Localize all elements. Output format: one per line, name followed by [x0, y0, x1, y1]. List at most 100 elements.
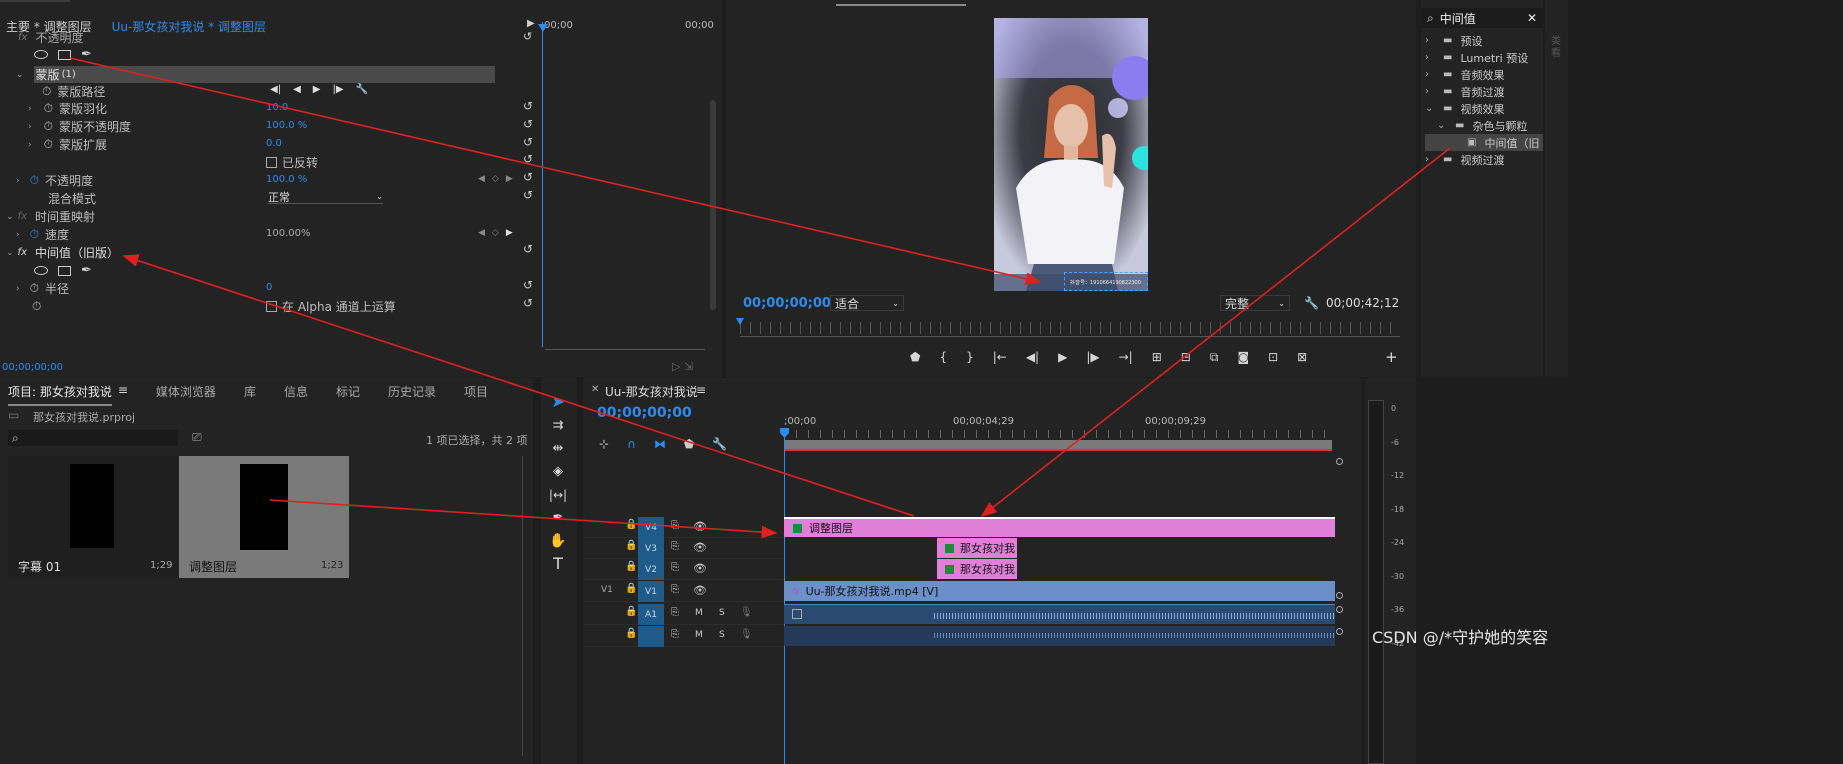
program-ruler[interactable]	[740, 322, 1400, 334]
solo-button[interactable]: S	[719, 630, 725, 640]
expand-chevron-icon[interactable]: ›	[16, 284, 20, 294]
eye-icon[interactable]: 👁	[693, 562, 707, 575]
stopwatch-icon[interactable]: ⏱	[44, 137, 53, 152]
tab-history[interactable]: 历史记录	[388, 383, 436, 406]
reset-icon[interactable]: ↺	[523, 117, 533, 131]
stopwatch-active-icon[interactable]: ⏱	[30, 173, 39, 188]
expand-chevron-icon[interactable]: ›	[28, 104, 32, 114]
razor-tool-icon[interactable]: ◈	[547, 461, 569, 483]
ec-scrollbar[interactable]	[710, 100, 716, 310]
effects-tree-item[interactable]: ⌄ ▬ 视频效果	[1425, 100, 1543, 117]
play-only-icon[interactable]: ▶	[527, 18, 535, 29]
quality-dropdown[interactable]: 完整 ⌄	[1220, 295, 1290, 311]
tab-project[interactable]: 项目: 那女孩对我说	[8, 383, 112, 406]
selection-tool-icon[interactable]: ➤	[547, 391, 569, 413]
lock-icon[interactable]: 🔒	[625, 583, 637, 594]
timeline-v-scroll-handle[interactable]	[1336, 458, 1343, 465]
pen-tool-icon[interactable]: ✒	[547, 507, 569, 529]
effects-search-value[interactable]: 中间值	[1440, 10, 1476, 27]
track-select-tool-icon[interactable]: ⇉	[547, 415, 569, 437]
slip-tool-icon[interactable]: |↔|	[547, 484, 569, 506]
lift-icon[interactable]: ⊞	[1152, 350, 1162, 365]
timeline-v-scroll-handle[interactable]	[1336, 592, 1343, 599]
lock-icon[interactable]: 🔒	[625, 540, 637, 551]
lock-icon[interactable]: 🔒	[625, 628, 637, 639]
track-forward-selected-icon[interactable]: |▶	[332, 84, 343, 95]
ec-playhead[interactable]	[542, 22, 543, 347]
reset-icon[interactable]: ↺	[523, 296, 533, 310]
track-target[interactable]: V1	[638, 581, 664, 602]
expand-chevron-icon[interactable]: ›	[28, 122, 32, 132]
a2-audio-clip[interactable]	[784, 626, 1335, 646]
reset-icon[interactable]: ↺	[523, 170, 533, 184]
eye-icon[interactable]: 👁	[693, 584, 707, 597]
v1-video-clip[interactable]: fx Uu-那女孩对我说.mp4 [V]	[784, 581, 1335, 601]
fit-dropdown[interactable]: 适合 ⌄	[830, 295, 904, 311]
type-tool-icon[interactable]: T	[547, 553, 569, 575]
tab-media-browser[interactable]: 媒体浏览器	[156, 383, 216, 406]
expand-chevron-icon[interactable]: ›	[16, 176, 20, 186]
effects-tree-item[interactable]: › ▬ 视频过渡	[1425, 151, 1543, 168]
add-button-icon[interactable]: +	[1385, 348, 1398, 366]
tab-library[interactable]: 库	[244, 383, 256, 406]
timeline-v-scroll-handle[interactable]	[1336, 628, 1343, 635]
hand-tool-icon[interactable]: ✋	[547, 530, 569, 552]
mute-button[interactable]: M	[695, 630, 703, 640]
close-tab-icon[interactable]: ✕	[591, 384, 599, 395]
stopwatch-icon[interactable]: ⏱	[42, 84, 51, 99]
chevron-down-icon[interactable]: ⌄	[1425, 103, 1437, 114]
reset-icon[interactable]: ↺	[523, 152, 533, 166]
track-target[interactable]: V3	[638, 538, 664, 559]
step-back-icon[interactable]: ◀|	[1026, 350, 1039, 365]
tab-info[interactable]: 信息	[284, 383, 308, 406]
sync-lock-icon[interactable]: ⎘	[671, 607, 679, 618]
collapse-chevron-icon[interactable]: ⌄	[6, 212, 14, 222]
project-scrollbar[interactable]	[522, 456, 523, 756]
track-target[interactable]: A1	[638, 604, 664, 625]
fx-icon[interactable]: fx	[18, 247, 27, 258]
mark-out-icon[interactable]: }	[966, 350, 974, 365]
rect-mask-icon[interactable]	[58, 49, 71, 60]
track-target[interactable]: V2	[638, 559, 664, 580]
tab-markers[interactable]: 标记	[336, 383, 360, 406]
keyframe-nav[interactable]: ◀ ◇ ▶	[478, 174, 513, 184]
chevron-right-icon[interactable]: ›	[1425, 69, 1437, 80]
snap-icon[interactable]: ∩	[627, 437, 636, 451]
pen-mask-icon[interactable]: ✒	[81, 263, 92, 278]
tab-project-2[interactable]: 项目	[464, 383, 488, 406]
ec-export-icons[interactable]: ▷ ⇲	[672, 360, 693, 373]
mute-button[interactable]: M	[695, 608, 703, 618]
linked-selection-icon[interactable]: ⧓	[654, 437, 666, 451]
mask-expansion-value[interactable]: 0.0	[266, 138, 282, 149]
a1-audio-clip[interactable]	[784, 604, 1335, 624]
go-to-out-icon[interactable]: →|	[1119, 350, 1133, 365]
nest-icon[interactable]: ⊹	[599, 437, 609, 451]
insert-icon[interactable]: ⊡	[1268, 350, 1278, 365]
ec-timecode[interactable]: 00;00;00;00	[2, 362, 63, 373]
inverted-checkbox[interactable]	[266, 157, 277, 168]
track-target[interactable]	[638, 626, 664, 647]
sync-lock-icon[interactable]: ⎘	[671, 541, 679, 552]
ec-zoom-bar[interactable]	[545, 349, 705, 355]
timeline-v-scroll-handle[interactable]	[1336, 606, 1343, 613]
reset-icon[interactable]: ↺	[523, 278, 533, 292]
chevron-right-icon[interactable]: ›	[1425, 52, 1437, 63]
clear-search-icon[interactable]: ✕	[1527, 11, 1537, 25]
overwrite-icon[interactable]: ⊠	[1297, 350, 1307, 365]
chevron-right-icon[interactable]: ›	[1425, 35, 1437, 46]
timeline-ruler[interactable]	[784, 430, 1332, 438]
ripple-edit-tool-icon[interactable]: ⇹	[547, 438, 569, 460]
ellipse-mask-icon[interactable]	[34, 266, 48, 275]
work-area-bar[interactable]	[784, 440, 1332, 451]
source-patch[interactable]: V1	[601, 585, 613, 595]
v3-clip[interactable]: 那女孩对我	[937, 538, 1017, 558]
track-backward-selected-icon[interactable]: ◀|	[270, 84, 281, 95]
chevron-down-icon[interactable]: ⌄	[1437, 120, 1449, 131]
speed-value[interactable]: 100.00%	[266, 228, 311, 239]
lock-icon[interactable]: 🔒	[625, 519, 637, 530]
stopwatch-icon[interactable]: ⏱	[44, 101, 53, 116]
track-backward-icon[interactable]: ◀	[293, 84, 301, 95]
video-frame[interactable]: 抖音号：1910664190822300	[994, 18, 1148, 291]
solo-button[interactable]: S	[719, 608, 725, 618]
radius-value[interactable]: 0	[266, 282, 272, 293]
